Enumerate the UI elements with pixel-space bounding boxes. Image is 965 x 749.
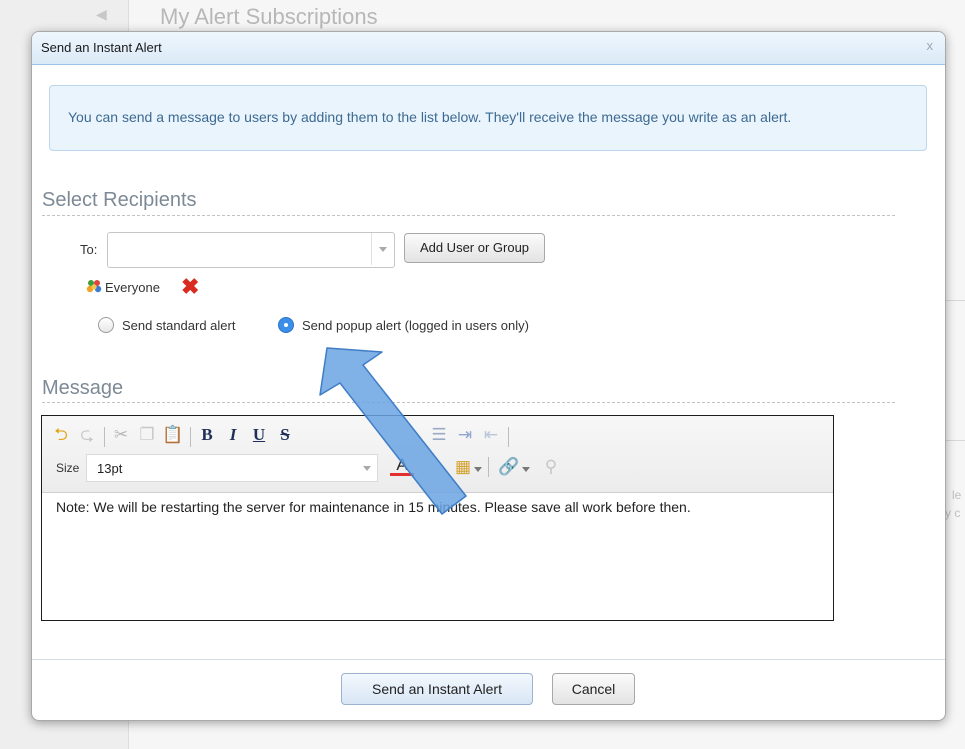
annotation-arrow-icon [319,347,467,515]
